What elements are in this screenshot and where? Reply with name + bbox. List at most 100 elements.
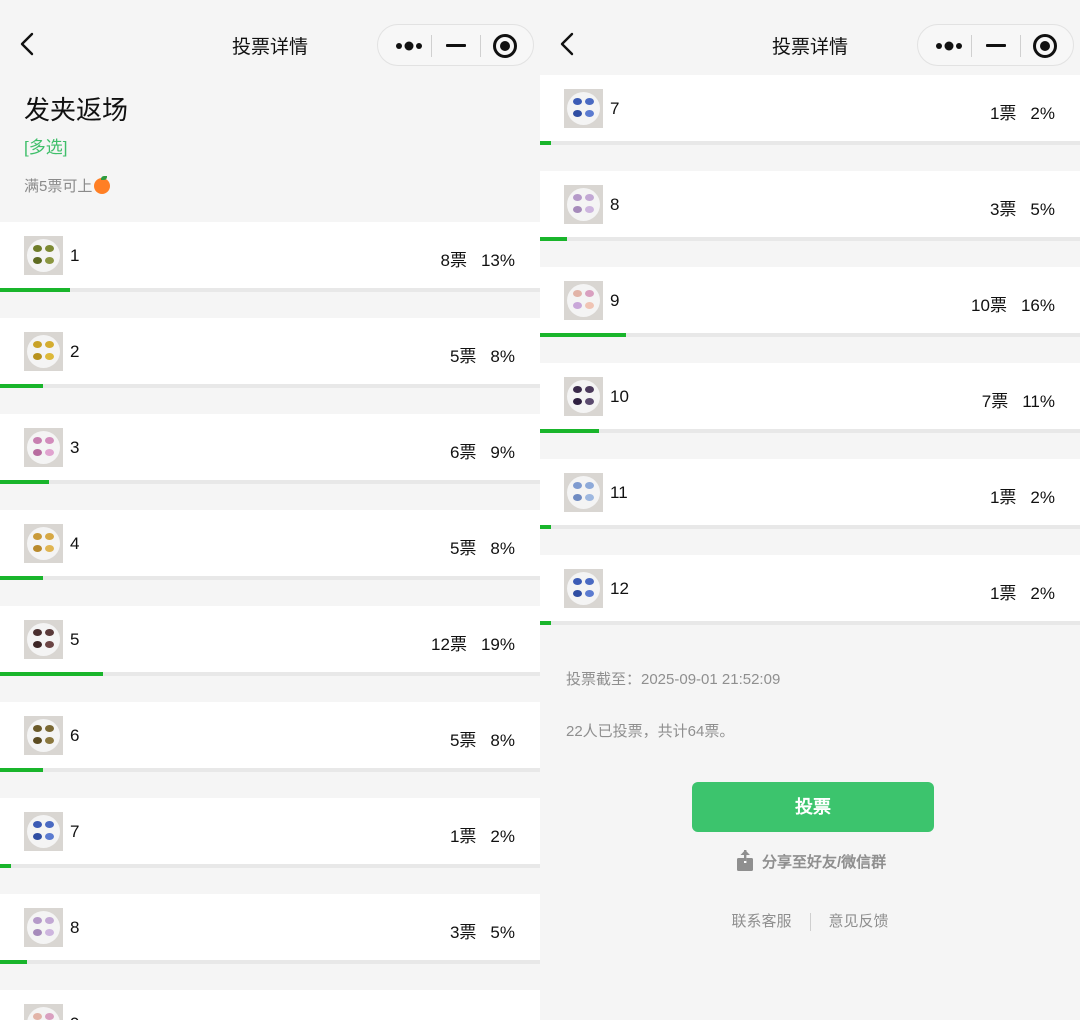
option-row[interactable]: 12 1票 2% xyxy=(540,555,1080,625)
option-votes: 7票 xyxy=(981,392,1009,411)
option-thumbnail[interactable] xyxy=(24,332,63,371)
option-stats: 1票 2% xyxy=(990,99,1055,124)
option-percent: 5% xyxy=(1030,200,1055,219)
hairclip-shape xyxy=(33,353,42,360)
option-votes: 5票 xyxy=(449,731,477,750)
progress-fill xyxy=(540,429,599,433)
option-row[interactable]: 2 5票 8% xyxy=(0,318,540,388)
option-row[interactable]: 6 5票 8% xyxy=(0,702,540,772)
option-thumbnail[interactable] xyxy=(24,236,63,275)
option-label: 8 xyxy=(610,195,620,214)
option-thumbnail[interactable] xyxy=(24,1004,63,1020)
option-row[interactable]: 910票16% xyxy=(540,267,1080,337)
option-label: 10 xyxy=(610,387,629,406)
option-row[interactable]: 8 3票 5% xyxy=(0,894,540,964)
hairclip-shape xyxy=(33,641,42,648)
hairclip-shape xyxy=(573,398,582,405)
footer-divider xyxy=(809,913,811,932)
hairclip-shape xyxy=(45,533,54,540)
progress-track xyxy=(0,480,540,484)
option-thumbnail[interactable] xyxy=(24,620,63,659)
progress-fill xyxy=(0,768,43,772)
option-stats: 6票 9% xyxy=(450,438,515,463)
tangerine-icon xyxy=(94,175,111,194)
option-votes: 1票 xyxy=(989,584,1017,603)
close-target-icon[interactable] xyxy=(1033,34,1057,58)
share-label: 分享至好友/微信群 xyxy=(762,853,887,871)
thumbnail-dish xyxy=(567,284,600,317)
poll-title: 发夹返场 xyxy=(24,95,129,125)
capsule-divider xyxy=(480,35,481,57)
capsule-menu xyxy=(917,24,1074,66)
option-thumbnail[interactable] xyxy=(24,812,63,851)
capsule-menu xyxy=(377,24,534,66)
option-percent: 13% xyxy=(480,251,515,270)
option-thumbnail[interactable] xyxy=(24,908,63,947)
vote-button[interactable]: 投票 xyxy=(692,782,934,832)
share-link[interactable]: 分享至好友/微信群 xyxy=(736,850,886,872)
hairclip-shape xyxy=(573,194,582,201)
thumbnail-dish xyxy=(27,623,60,656)
option-row[interactable]: 5 12票 19% xyxy=(0,606,540,676)
progress-fill xyxy=(540,525,551,529)
option-row[interactable]: 7 1票 2% xyxy=(0,798,540,868)
option-votes: 1票 xyxy=(449,827,477,846)
option-row[interactable]: 8 3票 5% xyxy=(540,171,1080,241)
vote-summary: 22人已投票，共计64票。 xyxy=(566,723,735,740)
option-votes: 5票 xyxy=(449,539,477,558)
minimize-icon[interactable] xyxy=(446,44,466,47)
option-thumbnail[interactable] xyxy=(24,716,63,755)
option-row[interactable]: 4 5票 8% xyxy=(0,510,540,580)
option-thumbnail[interactable] xyxy=(564,473,603,512)
hairclip-shape xyxy=(33,737,42,744)
option-thumbnail[interactable] xyxy=(24,428,63,467)
option-row[interactable]: 1 8票 13% xyxy=(0,222,540,292)
hairclip-shape xyxy=(585,302,594,309)
option-thumbnail[interactable] xyxy=(24,524,63,563)
option-label: 7 xyxy=(610,99,620,118)
option-stats: 3票 5% xyxy=(990,195,1055,220)
thumbnail-dish xyxy=(27,527,60,560)
option-row[interactable]: 11 1票 2% xyxy=(540,459,1080,529)
progress-fill xyxy=(540,141,551,145)
progress-fill xyxy=(540,237,567,241)
option-thumbnail[interactable] xyxy=(564,569,603,608)
option-thumbnail[interactable] xyxy=(564,89,603,128)
progress-track xyxy=(0,864,540,868)
hairclip-shape xyxy=(45,437,54,444)
hairclip-shape xyxy=(573,590,582,597)
close-target-icon[interactable] xyxy=(493,34,517,58)
option-percent: 9% xyxy=(490,443,515,462)
hairclip-shape xyxy=(45,821,54,828)
contact-support-link[interactable]: 联系客服 xyxy=(731,913,791,930)
more-dots-icon[interactable] xyxy=(936,41,962,51)
feedback-link[interactable]: 意见反馈 xyxy=(829,913,889,930)
option-percent: 2% xyxy=(1030,104,1055,123)
progress-fill xyxy=(540,621,551,625)
option-thumbnail[interactable] xyxy=(564,185,603,224)
option-stats: 12票 19% xyxy=(431,630,515,655)
progress-fill xyxy=(0,576,43,580)
option-votes: 1票 xyxy=(989,488,1017,507)
option-row[interactable]: 10 7票 11% xyxy=(540,363,1080,433)
hairclip-shape xyxy=(33,341,42,348)
minimize-icon[interactable] xyxy=(986,44,1006,47)
nav-bar: 投票详情 xyxy=(0,0,540,75)
thumbnail-dish xyxy=(27,335,60,368)
progress-track xyxy=(0,960,540,964)
progress-track xyxy=(540,141,1080,145)
option-row[interactable]: 910票16% xyxy=(0,990,540,1020)
option-label: 3 xyxy=(70,438,80,457)
progress-track xyxy=(540,429,1080,433)
option-label: 8 xyxy=(70,918,80,937)
option-thumbnail[interactable] xyxy=(564,281,603,320)
option-row[interactable]: 7 1票 2% xyxy=(540,75,1080,145)
option-row[interactable]: 3 6票 9% xyxy=(0,414,540,484)
option-thumbnail[interactable] xyxy=(564,377,603,416)
more-dots-icon[interactable] xyxy=(396,41,422,51)
share-icon xyxy=(737,850,753,871)
progress-fill xyxy=(0,384,43,388)
progress-track xyxy=(0,672,540,676)
option-votes: 8票 xyxy=(440,251,467,270)
thumbnail-dish xyxy=(567,476,600,509)
